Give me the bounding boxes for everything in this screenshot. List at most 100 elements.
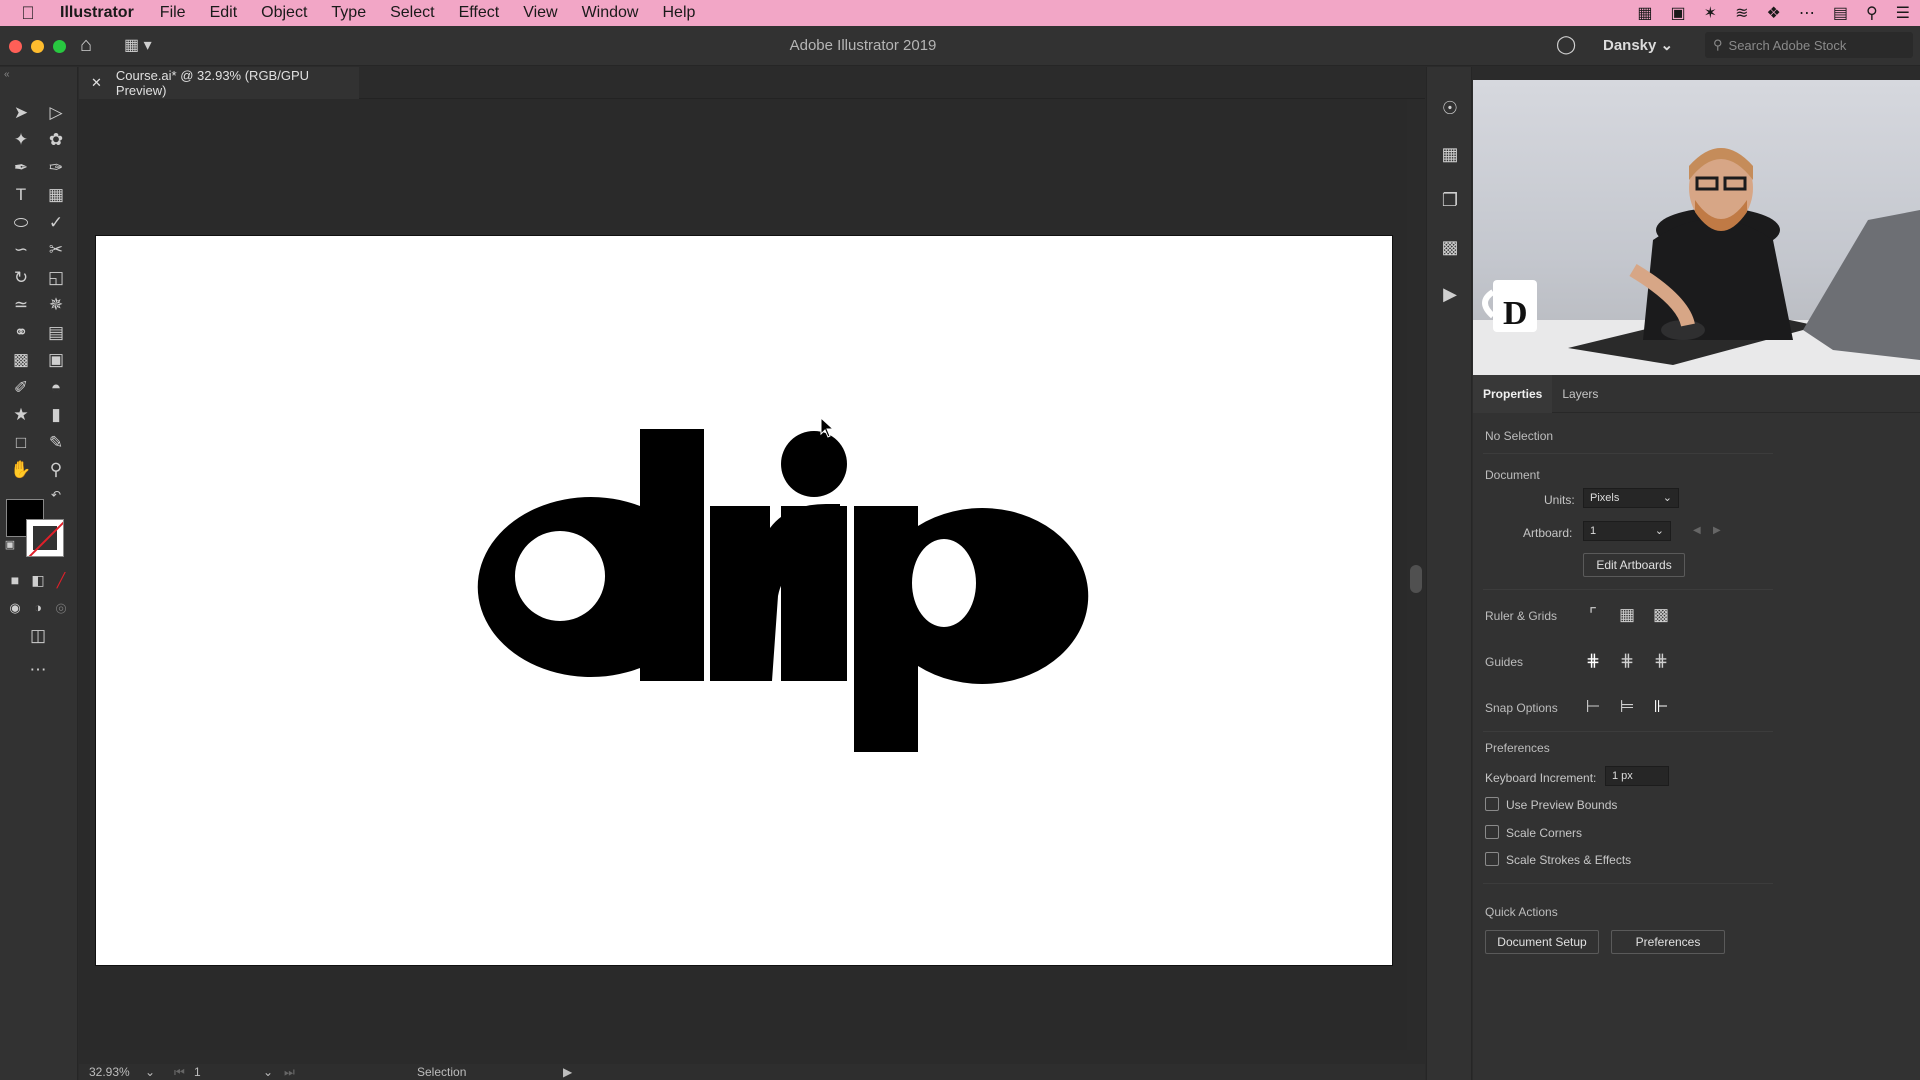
smart-guides-icon[interactable]: ⋕ (1649, 649, 1673, 673)
artboard-tool-icon[interactable]: □ (7, 430, 35, 456)
color-mode-icon[interactable]: ■ (6, 567, 24, 593)
snap-to-point-icon[interactable]: ⊢ (1581, 695, 1605, 719)
next-artboard-icon[interactable]: ▶ (1713, 525, 1721, 536)
stroke-color-swatch[interactable] (26, 519, 64, 557)
pen-tool-icon[interactable]: ✒ (7, 155, 35, 181)
mesh-tool-icon[interactable]: ▩ (7, 347, 35, 373)
paintbrush-tool-icon[interactable]: ✓ (42, 210, 70, 236)
zoom-tool-icon[interactable]: ⚲ (42, 457, 70, 483)
artboards-panel-icon[interactable]: ▩ (1437, 234, 1463, 260)
blend-tool-icon[interactable]: ◓ (42, 375, 70, 401)
canvas-vertical-scrollbar[interactable] (1407, 99, 1425, 1050)
gradient-tool-icon[interactable]: ▣ (42, 347, 70, 373)
ellipse-tool-icon[interactable]: ⬭ (7, 210, 35, 236)
document-tab[interactable]: ✕ Course.ai* @ 32.93% (RGB/GPU Preview) (79, 67, 359, 99)
status-menu-icon[interactable]: ▶ (563, 1065, 572, 1079)
tab-properties[interactable]: Properties (1473, 374, 1553, 413)
edit-toolbar-icon[interactable]: ⋯ (24, 657, 52, 683)
snap-to-pixel-icon[interactable]: ⊩ (1649, 695, 1673, 719)
swap-fill-stroke-icon[interactable]: ↶ (48, 487, 64, 503)
canvas-area[interactable]: drip (79, 99, 1425, 1050)
edit-artboards-button[interactable]: Edit Artboards (1583, 553, 1685, 577)
magic-wand-tool-icon[interactable]: ✦ (7, 127, 35, 153)
zoom-dropdown-icon[interactable]: ⌄ (145, 1065, 155, 1079)
selection-tool-icon[interactable]: ➤ (7, 100, 35, 126)
grid-icon[interactable]: ▦ (1615, 603, 1639, 627)
width-tool-icon[interactable]: ≃ (7, 292, 35, 318)
rulers-icon[interactable]: ⌜ (1581, 603, 1605, 627)
menu-effect[interactable]: Effect (447, 4, 512, 22)
calendar-icon[interactable]: ▤ (1833, 3, 1848, 23)
eyedropper-tool-icon[interactable]: ✐ (7, 375, 35, 401)
glyph-i-stem[interactable] (781, 506, 847, 681)
gradient-mode-icon[interactable]: ◧ (29, 567, 47, 593)
zoom-level-field[interactable]: 32.93% (89, 1065, 130, 1079)
dropbox-icon[interactable]: ❖ (1766, 3, 1780, 23)
type-tool-icon[interactable]: T (7, 182, 35, 208)
scale-corners-checkbox[interactable] (1485, 825, 1499, 839)
shaper-tool-icon[interactable]: ∽ (7, 237, 35, 263)
direct-selection-tool-icon[interactable]: ▷ (42, 100, 70, 126)
lightbulb-icon[interactable]: ◯ (1556, 34, 1576, 55)
tab-layers[interactable]: Layers (1552, 375, 1608, 413)
apple-icon[interactable]:  (0, 3, 56, 24)
more-icon[interactable]: ⋯ (1799, 3, 1815, 23)
menu-edit[interactable]: Edit (198, 4, 250, 22)
draw-inside-icon[interactable]: ◎ (52, 595, 70, 621)
color-panel-icon[interactable]: ☉ (1437, 95, 1463, 121)
use-preview-bounds-checkbox[interactable] (1485, 797, 1499, 811)
actions-panel-icon[interactable]: ▶ (1437, 281, 1463, 307)
dashboard-icon[interactable]: ▦ (1637, 3, 1652, 23)
draw-normal-icon[interactable]: ◉ (6, 595, 24, 621)
notification-center-icon[interactable]: ☰ (1896, 3, 1910, 23)
workspace-switcher[interactable]: Dansky ⌄ (1603, 36, 1673, 54)
screen-record-icon[interactable]: ▣ (1671, 3, 1686, 23)
scale-strokes-checkbox[interactable] (1485, 852, 1499, 866)
menu-app-name[interactable]: Illustrator (56, 4, 148, 22)
table-tool-icon[interactable]: ▦ (42, 182, 70, 208)
menu-object[interactable]: Object (249, 4, 319, 22)
scale-tool-icon[interactable]: ◱ (42, 265, 70, 291)
draw-behind-icon[interactable]: ◑ (29, 595, 47, 621)
scissors-tool-icon[interactable]: ✂ (42, 237, 70, 263)
none-mode-icon[interactable]: ╱ (52, 567, 70, 593)
artboard[interactable]: drip (95, 235, 1393, 966)
first-artboard-icon[interactable]: ⏮ (174, 1065, 185, 1080)
glyph-d[interactable] (477, 429, 704, 685)
preferences-button[interactable]: Preferences (1611, 930, 1725, 954)
search-stock-field[interactable]: ⚲ Search Adobe Stock (1705, 32, 1913, 58)
transform-panel-icon[interactable]: ❐ (1437, 187, 1463, 213)
perspective-grid-tool-icon[interactable]: ▤ (42, 320, 70, 346)
menu-view[interactable]: View (511, 4, 569, 22)
vertical-scroll-thumb[interactable] (1410, 565, 1422, 593)
menu-file[interactable]: File (148, 4, 198, 22)
close-tab-icon[interactable]: ✕ (91, 75, 102, 91)
curvature-tool-icon[interactable]: ✑ (42, 155, 70, 181)
lasso-tool-icon[interactable]: ✿ (42, 127, 70, 153)
snap-to-grid-icon[interactable]: ⊨ (1615, 695, 1639, 719)
spotlight-search-icon[interactable]: ⚲ (1866, 3, 1878, 23)
slice-tool-icon[interactable]: ✎ (42, 430, 70, 456)
rotate-tool-icon[interactable]: ↻ (7, 265, 35, 291)
drip-artwork[interactable]: drip (96, 236, 1394, 967)
artboard-dropdown-icon[interactable]: ⌄ (263, 1065, 273, 1079)
menu-window[interactable]: Window (570, 4, 651, 22)
wifi-icon[interactable]: ≋ (1735, 3, 1748, 23)
graph-tool-icon[interactable]: ▮ (42, 402, 70, 428)
screen-mode-icon[interactable]: ◫ (24, 623, 52, 649)
artboard-select[interactable]: 1 ⌄ (1583, 521, 1671, 541)
glyph-p[interactable] (854, 506, 1089, 752)
symbol-sprayer-tool-icon[interactable]: ★ (7, 402, 35, 428)
puppet-warp-tool-icon[interactable]: ✵ (42, 292, 70, 318)
lock-guides-icon[interactable]: ⋕ (1615, 649, 1639, 673)
collapse-panel-icon[interactable]: « (4, 69, 10, 80)
keyboard-increment-input[interactable]: 1 px (1605, 766, 1669, 786)
show-guides-icon[interactable]: ⋕ (1581, 649, 1605, 673)
document-setup-button[interactable]: Document Setup (1485, 930, 1599, 954)
menu-type[interactable]: Type (319, 4, 378, 22)
default-fill-stroke-icon[interactable]: ▣ (2, 537, 18, 553)
menu-select[interactable]: Select (378, 4, 446, 22)
transparency-grid-icon[interactable]: ▩ (1649, 603, 1673, 627)
hand-tool-icon[interactable]: ✋ (7, 457, 35, 483)
menu-help[interactable]: Help (650, 4, 707, 22)
